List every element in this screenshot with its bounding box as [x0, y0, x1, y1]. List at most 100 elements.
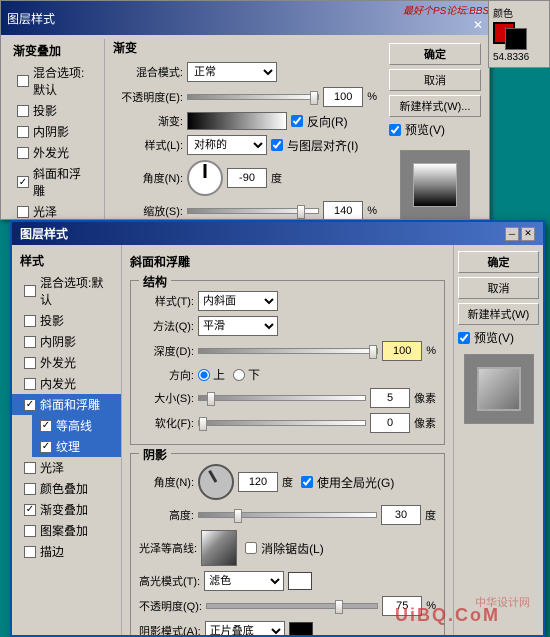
top-cancel-button[interactable]: 取消 — [389, 69, 481, 91]
global-light-checkbox[interactable] — [301, 476, 313, 488]
highlight-color-swatch[interactable] — [288, 572, 312, 590]
method-select[interactable]: 平滑 — [198, 316, 278, 336]
top-confirm-button[interactable]: 确定 — [389, 43, 481, 65]
top-dialog-content: 渐变 混合模式: 正常 不透明度(E): % 渐变: 反 — [105, 39, 385, 220]
style-select[interactable]: 对称的 — [187, 135, 267, 155]
main-innershadow-cb[interactable] — [24, 336, 36, 348]
size-slider[interactable] — [198, 395, 366, 401]
direction-up-radio[interactable] — [198, 369, 210, 381]
top-sidebar-item-blending[interactable]: 混合选项:默认 — [5, 62, 100, 100]
direction-down-item[interactable]: 下 — [233, 366, 260, 383]
background-color[interactable] — [505, 28, 527, 50]
align-checkbox[interactable] — [271, 139, 283, 151]
main-sidebar-bevel[interactable]: ✓ 斜面和浮雕 — [12, 394, 121, 415]
blend-mode-select[interactable]: 正常 — [187, 62, 277, 82]
shadow-angle-input[interactable] — [238, 472, 278, 492]
main-sidebar-texture[interactable]: ✓ 纹理 — [32, 436, 121, 457]
highlight-mode-select[interactable]: 滤色 — [204, 571, 284, 591]
main-sidebar-innershadow[interactable]: 内阴影 — [12, 331, 121, 352]
depth-thumb[interactable] — [369, 345, 377, 359]
top-sidebar-item-satin[interactable]: 光泽 — [5, 201, 100, 220]
main-sidebar-satin[interactable]: 光泽 — [12, 457, 121, 478]
top-sidebar-item-innershadow[interactable]: 内阴影 — [5, 121, 100, 142]
main-texture-cb[interactable]: ✓ — [40, 441, 52, 453]
opacity-unit: % — [367, 91, 377, 103]
main-sidebar-contour[interactable]: ✓ 等高线 — [32, 415, 121, 436]
main-sidebar-stroke[interactable]: 描边 — [12, 541, 121, 562]
depth-input[interactable] — [382, 341, 422, 361]
highlight-opacity-slider[interactable] — [206, 603, 378, 609]
top-preview-checkbox[interactable] — [389, 124, 401, 136]
scale-label: 缩放(S): — [113, 203, 183, 219]
direction-up-item[interactable]: 上 — [198, 366, 225, 383]
main-gradientoverlay-cb[interactable]: ✓ — [24, 504, 36, 516]
main-sidebar-innerglow[interactable]: 内发光 — [12, 373, 121, 394]
main-satin-cb[interactable] — [24, 462, 36, 474]
top-sidebar-item-bevel[interactable]: ✓ 斜面和浮雕 — [5, 163, 100, 201]
altitude-thumb[interactable] — [234, 509, 242, 523]
soften-input[interactable] — [370, 413, 410, 433]
altitude-slider[interactable] — [198, 512, 377, 518]
main-sidebar-dropshadow[interactable]: 投影 — [12, 310, 121, 331]
scale-thumb[interactable] — [297, 205, 305, 219]
main-bevel-cb[interactable]: ✓ — [24, 399, 36, 411]
main-contour-cb[interactable]: ✓ — [40, 420, 52, 432]
main-innerglow-cb[interactable] — [24, 378, 36, 390]
blending-checkbox[interactable] — [17, 75, 29, 87]
color-swatches — [493, 22, 545, 44]
highlight-opacity-thumb[interactable] — [335, 600, 343, 614]
size-unit: 像素 — [414, 390, 436, 406]
main-outerglow-cb[interactable] — [24, 357, 36, 369]
innershadow-checkbox[interactable] — [17, 126, 29, 138]
gradient-swatch[interactable] — [187, 112, 287, 130]
dropshadow-checkbox[interactable] — [17, 105, 29, 117]
close-button[interactable]: ✕ — [473, 18, 483, 32]
gradient-label: 渐变: — [113, 113, 183, 129]
satin-checkbox[interactable] — [17, 206, 29, 218]
altitude-input[interactable] — [381, 505, 421, 525]
soften-slider[interactable] — [198, 420, 366, 426]
main-blending-cb[interactable] — [24, 285, 36, 297]
main-cancel-button[interactable]: 取消 — [458, 277, 539, 299]
main-sidebar-coloroverlay[interactable]: 颜色叠加 — [12, 478, 121, 499]
main-confirm-button[interactable]: 确定 — [458, 251, 539, 273]
opacity-thumb[interactable] — [310, 91, 318, 105]
size-input[interactable] — [370, 388, 410, 408]
angle-input-top[interactable] — [227, 168, 267, 188]
main-sidebar-gradientoverlay[interactable]: ✓ 渐变叠加 — [12, 499, 121, 520]
bevel-checkbox[interactable]: ✓ — [17, 176, 29, 188]
remove-jagged-checkbox[interactable] — [245, 542, 257, 554]
main-close-btn[interactable]: ✕ — [521, 227, 535, 241]
top-sidebar-item-outerglow[interactable]: 外发光 — [5, 142, 100, 163]
opacity-input[interactable] — [323, 87, 363, 107]
gloss-swatch[interactable] — [201, 530, 237, 566]
angle-dial-top[interactable] — [187, 160, 223, 196]
scale-slider[interactable] — [187, 208, 319, 214]
outerglow-checkbox[interactable] — [17, 147, 29, 159]
main-minimize-btn[interactable]: ─ — [505, 227, 519, 241]
direction-down-radio[interactable] — [233, 369, 245, 381]
top-newstyle-button[interactable]: 新建样式(W)... — [389, 95, 481, 117]
shadow-angle-dial[interactable] — [198, 464, 234, 500]
main-preview-checkbox[interactable] — [458, 332, 470, 344]
scale-input[interactable] — [323, 201, 363, 220]
main-coloroverlay-cb[interactable] — [24, 483, 36, 495]
shadow-color-swatch[interactable] — [289, 622, 313, 635]
top-sidebar-item-dropshadow[interactable]: 投影 — [5, 100, 100, 121]
style-select-main[interactable]: 内斜面 — [198, 291, 278, 311]
size-thumb[interactable] — [207, 392, 215, 406]
main-right-buttons: 确定 取消 新建样式(W) 预览(V) — [453, 245, 543, 635]
depth-slider[interactable] — [198, 348, 378, 354]
main-patternoverlay-cb[interactable] — [24, 525, 36, 537]
main-sidebar-outerglow[interactable]: 外发光 — [12, 352, 121, 373]
opacity-slider[interactable] — [187, 94, 319, 100]
main-dropshadow-cb[interactable] — [24, 315, 36, 327]
shadow-mode-select[interactable]: 正片叠底 — [205, 621, 285, 635]
main-stroke-cb[interactable] — [24, 546, 36, 558]
soften-thumb[interactable] — [199, 417, 207, 431]
reverse-checkbox[interactable] — [291, 115, 303, 127]
main-sidebar-patternoverlay[interactable]: 图案叠加 — [12, 520, 121, 541]
main-preview-box — [464, 354, 534, 424]
main-sidebar-blending[interactable]: 混合选项:默认 — [12, 272, 121, 310]
main-newstyle-button[interactable]: 新建样式(W) — [458, 303, 539, 325]
